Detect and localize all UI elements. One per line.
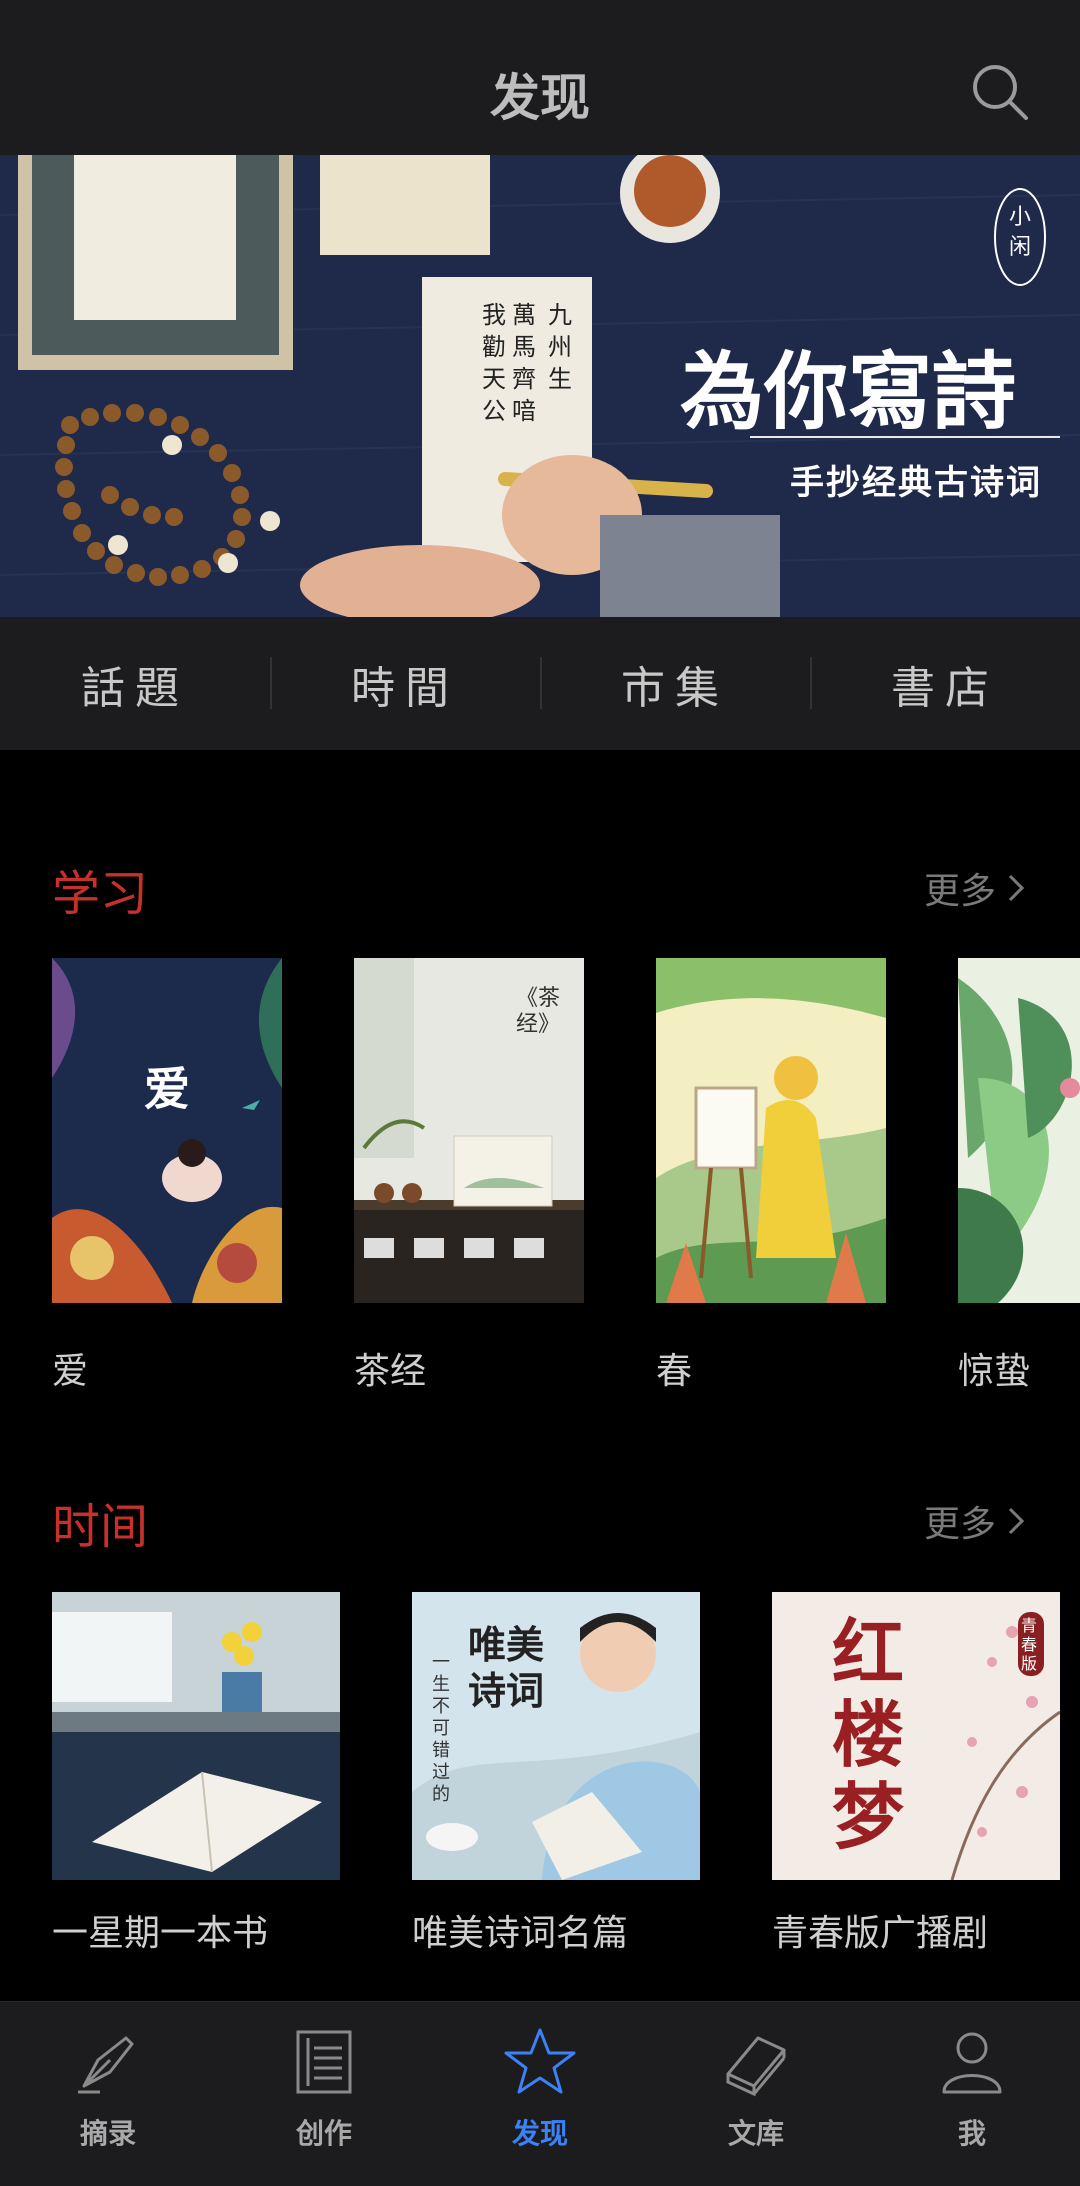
svg-text:喑: 喑 bbox=[512, 397, 536, 425]
tab-label: 摘录 bbox=[79, 2117, 136, 2150]
study-more-button[interactable]: 更多 bbox=[924, 862, 1030, 914]
tab-label: 我 bbox=[957, 2117, 986, 2150]
page-title: 发现 bbox=[490, 69, 590, 127]
tab-excerpts[interactable]: 摘录 bbox=[0, 2002, 216, 2186]
book-card-awakening-insects[interactable]: 惊蛰 bbox=[958, 958, 1080, 1418]
promo-banner[interactable]: 九州生 萬馬齊喑 我勸天公 小闲 為你寫詩 手抄经典古诗词 bbox=[0, 155, 1080, 617]
cover-badge: 青春版 bbox=[1021, 1616, 1038, 1673]
svg-text:天: 天 bbox=[482, 365, 506, 393]
time-carousel[interactable]: 一星期一本书 唯美诗词 一生不可错过的 唯美诗词名篇 红楼梦 青春版 青春版广播… bbox=[0, 1592, 1080, 1972]
star-icon bbox=[504, 2028, 576, 2094]
svg-text:州: 州 bbox=[548, 333, 572, 361]
tab-discover[interactable]: 发现 bbox=[432, 2002, 648, 2186]
tab-time[interactable]: 時間 bbox=[270, 617, 540, 750]
cover-title: 红楼梦 bbox=[832, 1610, 905, 1859]
program-cover: 唯美诗词 一生不可错过的 bbox=[412, 1592, 700, 1880]
svg-text:生: 生 bbox=[548, 365, 572, 393]
book-title: 茶经 bbox=[354, 1351, 427, 1392]
svg-text:勸: 勸 bbox=[482, 333, 506, 361]
cover-title: 唯美诗词 bbox=[468, 1622, 545, 1713]
cover-title: 爱 bbox=[144, 1062, 190, 1116]
cover-title: 《茶经》 bbox=[516, 986, 561, 1037]
book-cover bbox=[958, 958, 1080, 1303]
tab-library[interactable]: 文库 bbox=[648, 2002, 864, 2186]
banner-seal: 小闲 bbox=[1008, 205, 1031, 260]
bottom-tab-bar: 摘录 创作 发现 文库 我 bbox=[0, 2001, 1080, 2186]
tab-create[interactable]: 创作 bbox=[216, 2002, 432, 2186]
book-title: 爱 bbox=[52, 1351, 89, 1392]
cover-subtitle: 一生不可错过的 bbox=[432, 1652, 450, 1805]
svg-text:馬: 馬 bbox=[512, 333, 536, 361]
document-icon bbox=[296, 2030, 352, 2094]
tab-label: 发现 bbox=[511, 2117, 568, 2150]
svg-text:九: 九 bbox=[548, 301, 572, 329]
book-card-tea-classic[interactable]: 《茶经》 茶经 bbox=[354, 958, 584, 1418]
section-title-study: 学习 bbox=[52, 866, 149, 922]
program-cover bbox=[52, 1592, 340, 1880]
more-label: 更多 bbox=[923, 871, 996, 912]
top-nav-bar: 发现 bbox=[0, 0, 1080, 155]
banner-title: 為你寫詩 bbox=[680, 342, 1017, 441]
chevron-right-icon bbox=[1008, 874, 1025, 902]
tab-bookstore[interactable]: 書店 bbox=[810, 617, 1080, 750]
banner-subtitle: 手抄经典古诗词 bbox=[790, 463, 1042, 503]
chevron-right-icon bbox=[1008, 1507, 1025, 1535]
svg-text:公: 公 bbox=[482, 397, 506, 425]
quill-icon bbox=[78, 2036, 134, 2094]
study-carousel[interactable]: 爱 爱 《茶经》 茶经 春 惊蛰 bbox=[0, 958, 1080, 1418]
book-cover bbox=[656, 958, 886, 1303]
program-card-red-chamber[interactable]: 红楼梦 青春版 青春版广播剧 bbox=[772, 1592, 1060, 1972]
program-title: 青春版广播剧 bbox=[772, 1913, 989, 1954]
search-icon[interactable] bbox=[968, 60, 1032, 124]
time-more-button[interactable]: 更多 bbox=[924, 1495, 1030, 1547]
time-section-header: 时间 更多 bbox=[0, 1475, 1080, 1555]
tab-label: 创作 bbox=[295, 2117, 352, 2150]
study-section-header: 学习 更多 bbox=[0, 842, 1080, 922]
book-card-love[interactable]: 爱 爱 bbox=[52, 958, 282, 1418]
section-title-time: 时间 bbox=[52, 1499, 149, 1555]
program-card-weekly-book[interactable]: 一星期一本书 bbox=[52, 1592, 340, 1972]
svg-text:齊: 齊 bbox=[512, 365, 536, 393]
tab-label: 文库 bbox=[727, 2117, 784, 2150]
book-card-spring[interactable]: 春 bbox=[656, 958, 886, 1418]
topic-tabs: 話題 時間 市集 書店 bbox=[0, 617, 1080, 750]
program-cover: 红楼梦 青春版 bbox=[772, 1592, 1060, 1880]
tab-topic[interactable]: 話題 bbox=[0, 617, 270, 750]
book-title: 惊蛰 bbox=[958, 1351, 1031, 1392]
book-title: 春 bbox=[656, 1351, 693, 1392]
book-cover: 爱 bbox=[52, 958, 282, 1303]
program-card-beautiful-poems[interactable]: 唯美诗词 一生不可错过的 唯美诗词名篇 bbox=[412, 1592, 700, 1972]
program-title: 一星期一本书 bbox=[52, 1913, 269, 1954]
book-icon bbox=[726, 2036, 786, 2097]
person-icon bbox=[942, 2032, 1002, 2094]
tab-market[interactable]: 市集 bbox=[540, 617, 810, 750]
program-title: 唯美诗词名篇 bbox=[412, 1913, 629, 1954]
tab-me[interactable]: 我 bbox=[864, 2002, 1080, 2186]
more-label: 更多 bbox=[923, 1504, 996, 1545]
book-cover: 《茶经》 bbox=[354, 958, 584, 1303]
svg-text:我: 我 bbox=[482, 301, 506, 329]
svg-text:萬: 萬 bbox=[512, 301, 536, 329]
